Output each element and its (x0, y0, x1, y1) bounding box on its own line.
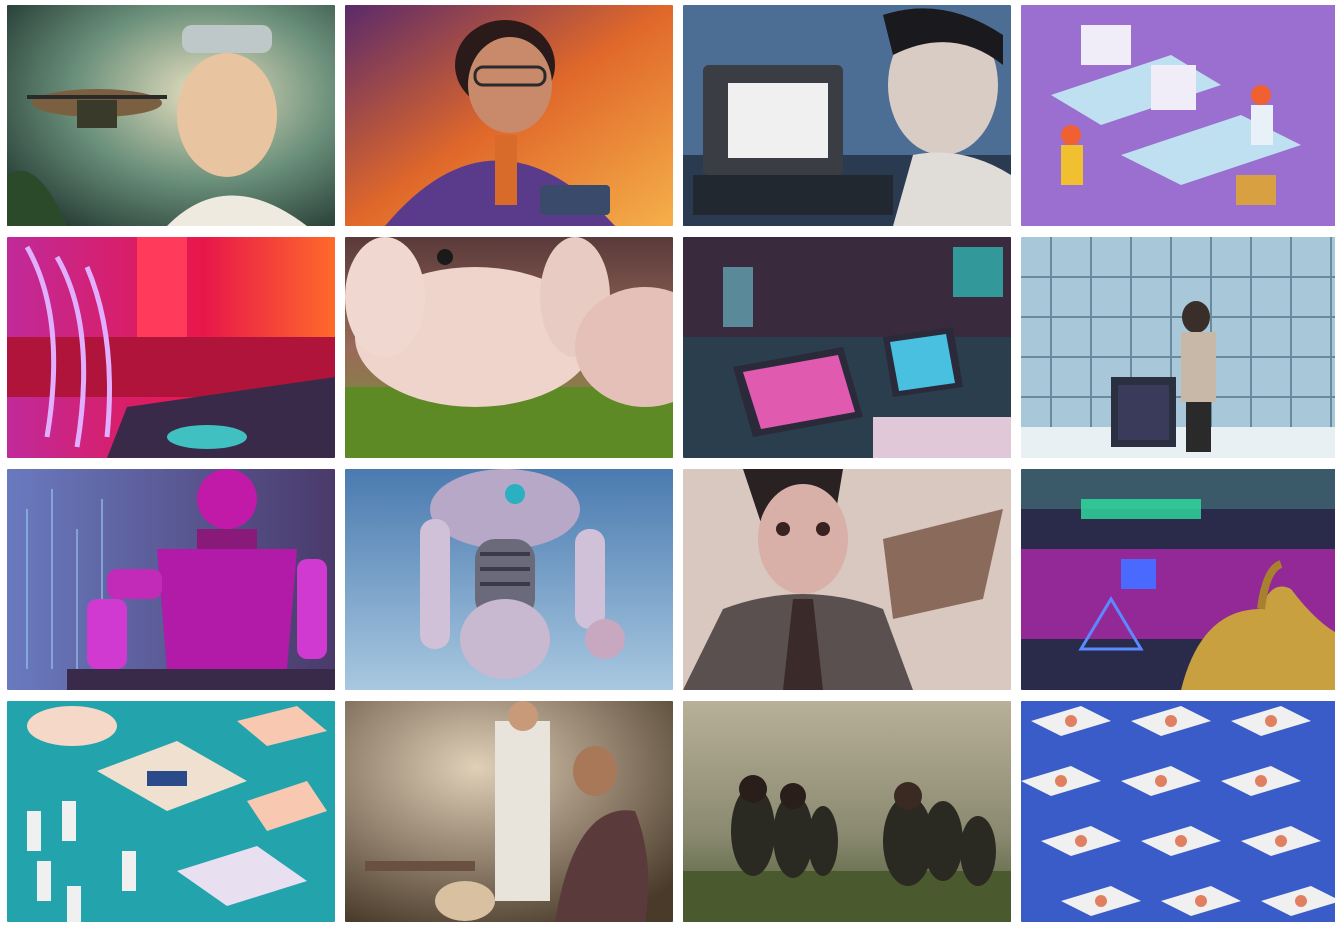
pink-robot-image (7, 469, 335, 690)
isometric-lab-image (7, 701, 335, 922)
humanoid-robot-image (345, 469, 673, 690)
neon-laptop-image (7, 237, 335, 458)
bunnies-image (345, 237, 673, 458)
isometric-desks-image (1021, 5, 1335, 226)
neon-creature-image (1021, 469, 1335, 690)
image-tile-humanoid-robot[interactable] (345, 469, 673, 690)
boy-drone-image (7, 5, 335, 226)
isometric-trays-image (1021, 701, 1335, 922)
image-tile-painted-girl[interactable] (683, 469, 1011, 690)
image-tile-bunnies[interactable] (345, 237, 673, 458)
image-grid (7, 5, 1335, 925)
image-tile-isometric-desks[interactable] (1021, 5, 1335, 226)
boy-tinkering-image (345, 5, 673, 226)
image-tile-isometric-lab[interactable] (7, 701, 335, 922)
image-tile-woman-computer[interactable] (683, 5, 1011, 226)
image-tile-cyberpunk-tablets[interactable] (683, 237, 1011, 458)
painted-girl-image (683, 469, 1011, 690)
woman-computer-image (683, 5, 1011, 226)
workshop-image (345, 701, 673, 922)
image-tile-boy-drone[interactable] (7, 5, 335, 226)
image-tile-boy-tinkering[interactable] (345, 5, 673, 226)
image-tile-girls-field[interactable] (683, 701, 1011, 922)
image-tile-neon-laptop[interactable] (7, 237, 335, 458)
cyberpunk-tablets-image (683, 237, 1011, 458)
server-room-image (1021, 237, 1335, 458)
image-tile-server-room[interactable] (1021, 237, 1335, 458)
image-tile-neon-creature[interactable] (1021, 469, 1335, 690)
image-tile-isometric-trays[interactable] (1021, 701, 1335, 922)
girls-field-image (683, 701, 1011, 922)
image-tile-pink-robot[interactable] (7, 469, 335, 690)
image-tile-workshop[interactable] (345, 701, 673, 922)
